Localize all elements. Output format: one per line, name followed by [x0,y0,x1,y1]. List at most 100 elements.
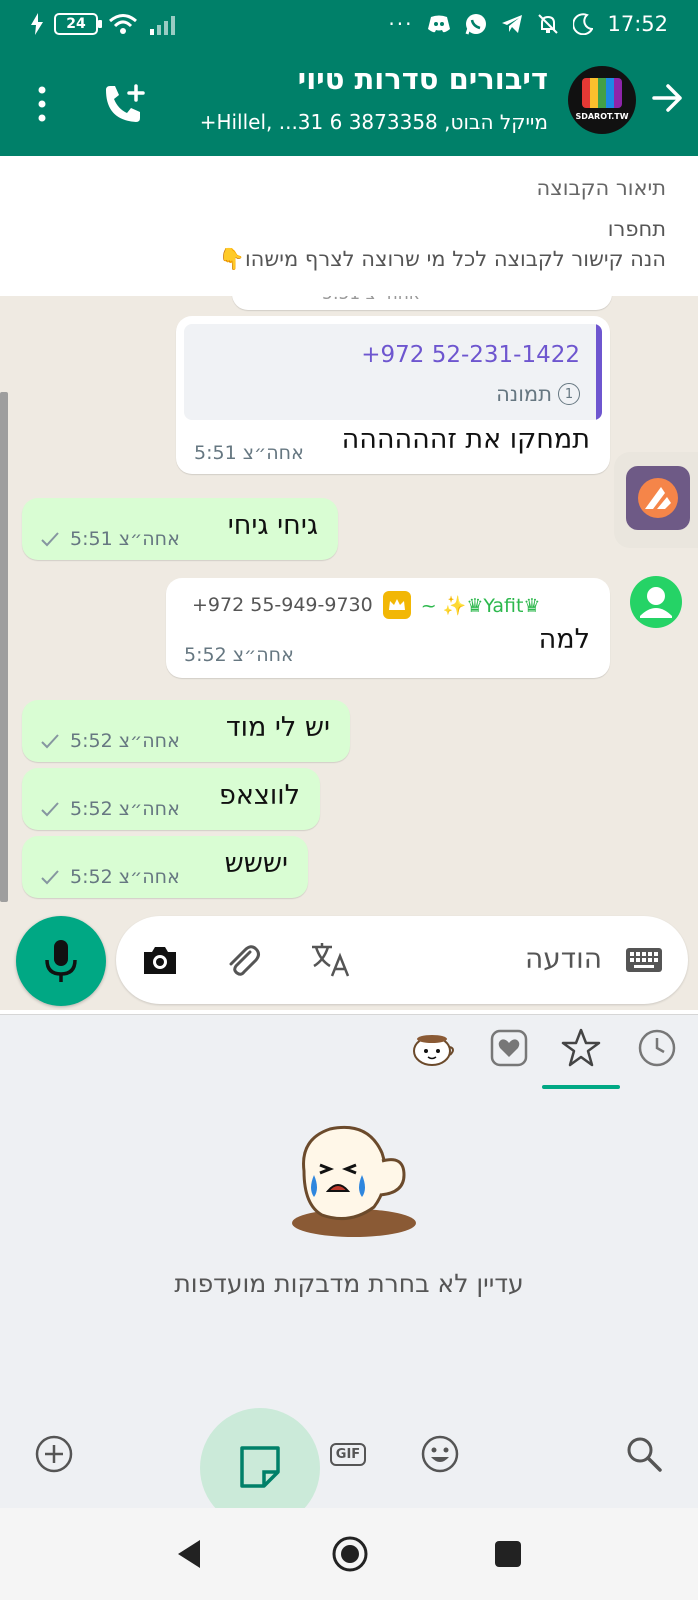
message-time: 5:51 אחה״צ [40,528,180,550]
quoted-media-label: תמונה [496,382,552,406]
group-avatar[interactable]: SDAROT.TW [568,66,636,134]
description-line: הנה קישור לקבוצה לכל מי שרוצה לצרף מישהו… [218,247,666,271]
sender-row: +972 55-949-9730 ~ ✨♛Yafit♛ [192,590,592,620]
outgoing-message[interactable]: יששש 5:52 אחה״צ [22,836,308,898]
battery-indicator: 24 [54,13,102,35]
camera-icon[interactable] [138,938,182,982]
clock: 17:52 [607,12,668,36]
message-input[interactable]: הודעה [525,942,602,975]
add-call-icon[interactable] [100,82,148,126]
group-description[interactable]: תיאור הקבוצה תחפרו הנה קישור לקבוצה לכל … [0,156,698,296]
message-time: 5:52 אחה״צ [40,798,180,820]
back-arrow-icon[interactable] [646,76,690,120]
outgoing-message[interactable]: גיחי גיחי 5:51 אחה״צ [22,498,338,560]
time-label: 5:51 אחה״צ [70,528,180,550]
message-text: למה [538,624,590,655]
message-text: יש לי מוד [225,712,330,743]
description-line: תחפרו [607,217,666,241]
outgoing-message[interactable]: יש לי מוד 5:52 אחה״צ [22,700,350,762]
sent-check-icon [41,532,59,547]
admin-badge-icon [382,591,411,619]
recents-nav-icon[interactable] [484,1530,532,1578]
star-icon[interactable] [558,1025,604,1071]
view-once-icon: 1 [558,383,580,405]
message-text: יששש [224,848,288,879]
sender-avatar[interactable] [630,576,682,628]
message-time: 5:52 אחה״צ [40,866,180,888]
message-text: תמחקו את זהההההה [341,424,590,455]
user-avatar-icon [640,587,672,618]
status-right: ··· 17:52 [388,12,668,36]
wifi-icon [109,14,137,34]
quoted-media: 1 תמונה [496,382,580,406]
message-time: 5:51 אחה״צ [194,442,304,464]
gif-label: GIF [329,1442,367,1466]
moon-icon [573,13,594,35]
telegram-icon [502,15,523,33]
outgoing-message[interactable]: לווצאפ 5:52 אחה״צ [22,768,320,830]
time-label: 5:52 אחה״צ [70,798,180,820]
time-label: 5:52 אחה״צ [70,730,180,752]
translate-icon[interactable] [308,938,352,982]
app-shortcut-icon[interactable] [626,466,690,530]
message-time: 5:52 אחה״צ [184,644,294,666]
group-members[interactable]: מייקל הבוט, Hillel, ...31 6 3873358+ [128,110,548,134]
status-bar: 24 ··· 17:52 [0,0,698,52]
heart-icon[interactable] [486,1025,532,1071]
clock-icon[interactable] [634,1025,680,1071]
more-options-icon[interactable] [30,84,54,124]
chat-area[interactable]: 5:51 אחה״צ +972 52-231-1422 1 תמונה תמחק… [0,296,698,1010]
signal-icon [150,16,175,35]
battery-level: 24 [66,16,86,32]
keyboard-icon[interactable] [622,938,666,982]
voice-record-button[interactable] [16,916,106,1006]
more-notifications: ··· [388,12,414,36]
whatsapp-icon [466,14,487,35]
avatar-logo-text: SDAROT.TW [575,112,629,121]
gif-tab[interactable]: GIF [324,1430,372,1478]
sent-check-icon [41,802,59,817]
incoming-message[interactable]: +972 55-949-9730 ~ ✨♛Yafit♛ למה 5:52 אחה… [166,578,610,678]
add-circle-icon[interactable] [30,1430,78,1478]
system-navigation-bar [0,1508,698,1600]
message-input-bar[interactable]: הודעה [116,916,688,1004]
description-title: תיאור הקבוצה [536,176,666,200]
charging-icon [31,13,43,35]
home-nav-icon[interactable] [326,1530,374,1578]
search-icon[interactable] [620,1430,668,1478]
sender-phone[interactable]: +972 55-949-9730 [192,594,373,616]
bell-off-icon [538,14,559,34]
sender-name[interactable]: ~ ✨♛Yafit♛ [421,594,571,617]
previous-message-stub[interactable]: 5:51 אחה״צ [232,296,612,310]
message-text: גיחי גיחי [227,510,318,541]
floating-app-bubble[interactable] [614,452,698,548]
sent-check-icon [41,734,59,749]
quoted-sender: +972 52-231-1422 [361,342,580,368]
group-title[interactable]: דיבורים סדרות טיוי [128,62,548,96]
empty-favorites-text: עדיין לא בחרת מדבקות מועדפות [174,1269,524,1298]
message-time: 5:52 אחה״צ [40,730,180,752]
time-label: 5:51 אחה״צ [194,442,304,464]
message-text: לווצאפ [219,780,300,811]
attachment-icon[interactable] [220,938,264,982]
quote-accent-bar [596,324,602,420]
tv-logo-icon [582,78,622,108]
chat-scrollbar[interactable] [0,392,8,902]
time-label: 5:52 אחה״צ [70,866,180,888]
status-left: 24 [30,13,180,35]
crying-cup-sticker [292,1125,416,1237]
discord-icon [428,15,451,33]
active-tab-indicator [542,1085,620,1089]
coffee-sticker-icon[interactable] [410,1025,456,1071]
sent-check-icon [41,870,59,885]
quoted-message[interactable]: +972 52-231-1422 1 תמונה [184,324,602,420]
incoming-message[interactable]: +972 52-231-1422 1 תמונה תמחקו את זההההה… [176,316,610,474]
chat-header: SDAROT.TW דיבורים סדרות טיוי מייקל הבוט,… [0,52,698,156]
microphone-icon [45,940,77,982]
time-label: 5:52 אחה״צ [184,644,294,666]
app-logo-icon [638,478,678,518]
emoji-icon[interactable] [416,1430,464,1478]
emoji-toolbar: GIF [0,1400,698,1528]
message-time: 5:51 אחה״צ [322,296,420,304]
back-nav-icon[interactable] [166,1530,214,1578]
